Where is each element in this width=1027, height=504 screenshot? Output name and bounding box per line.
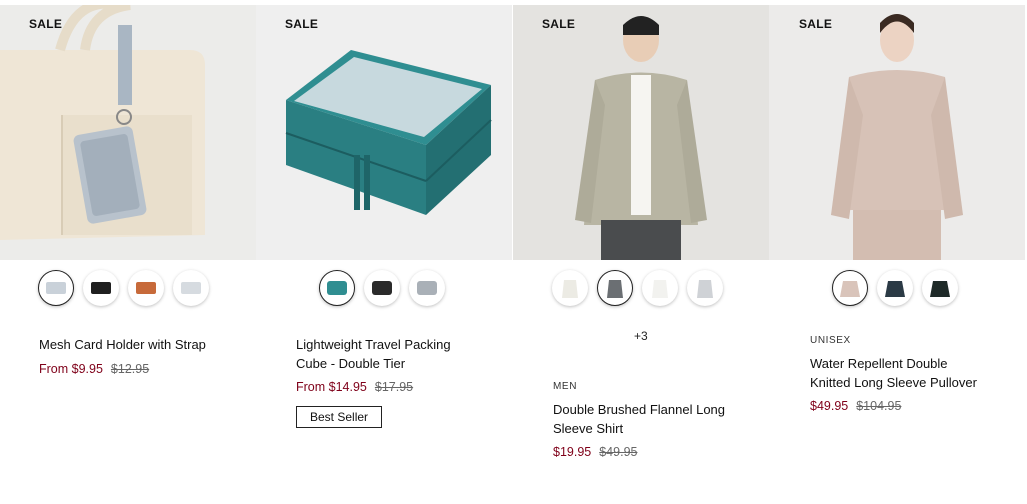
product-card-flannel-shirt[interactable]: SALE +3 MEN Double Brushed Flannel Long … xyxy=(513,0,769,504)
product-name[interactable]: Mesh Card Holder with Strap xyxy=(39,335,206,354)
product-image[interactable] xyxy=(0,5,256,260)
original-price: $104.95 xyxy=(856,399,902,413)
product-name-line-1: Double Brushed Flannel Long xyxy=(553,402,726,417)
swatch-fill-1 xyxy=(91,282,111,294)
color-swatch[interactable] xyxy=(409,270,445,306)
color-swatch[interactable] xyxy=(832,270,868,306)
color-swatch[interactable] xyxy=(552,270,588,306)
pullover-image xyxy=(769,5,1025,260)
swatch-fill-1 xyxy=(372,281,392,295)
color-swatches xyxy=(38,270,209,306)
product-price: From $9.95 $12.95 xyxy=(39,362,149,376)
product-name-line-2: Sleeve Shirt xyxy=(553,421,624,436)
original-price: $49.95 xyxy=(599,445,638,459)
product-price: $19.95 $49.95 xyxy=(553,445,637,459)
color-swatch[interactable] xyxy=(128,270,164,306)
swatch-fill-0 xyxy=(562,280,578,298)
color-swatch[interactable] xyxy=(364,270,400,306)
sale-price: From $14.95 xyxy=(296,380,367,394)
more-colors-count[interactable]: +3 xyxy=(634,329,648,343)
swatch-fill-2 xyxy=(652,280,668,298)
product-name-line-1: Lightweight Travel Packing xyxy=(296,337,451,352)
product-card-mesh-card-holder[interactable]: SALE Mesh Card Holder with Strap From $9… xyxy=(0,0,256,504)
swatch-fill-1 xyxy=(607,280,623,298)
product-name-line-1: Water Repellent Double xyxy=(810,356,948,371)
color-swatches xyxy=(832,270,958,306)
swatch-fill-3 xyxy=(181,282,201,294)
original-price: $12.95 xyxy=(110,362,150,376)
product-card-pullover[interactable]: SALE UNISEX Water Repellent Double Knitt… xyxy=(769,0,1025,504)
product-name-line-2: Cube - Double Tier xyxy=(296,356,406,371)
mesh-card-holder-image xyxy=(0,5,256,260)
original-price: $17.95 xyxy=(374,380,414,394)
sale-label: SALE xyxy=(542,17,576,31)
color-swatch[interactable] xyxy=(83,270,119,306)
swatch-fill-2 xyxy=(930,281,950,297)
swatch-fill-1 xyxy=(885,281,905,297)
color-swatch[interactable] xyxy=(642,270,678,306)
swatch-fill-2 xyxy=(136,282,156,294)
color-swatch[interactable] xyxy=(687,270,723,306)
sale-label: SALE xyxy=(29,17,63,31)
swatch-fill-0 xyxy=(327,281,347,295)
sale-price: From $9.95 xyxy=(39,362,103,376)
product-category: UNISEX xyxy=(810,335,851,346)
swatch-fill-3 xyxy=(697,280,713,298)
color-swatch[interactable] xyxy=(173,270,209,306)
product-price: $49.95 $104.95 xyxy=(810,399,901,413)
swatch-fill-0 xyxy=(840,281,860,297)
packing-cube-image xyxy=(256,5,512,260)
color-swatch[interactable] xyxy=(922,270,958,306)
product-name[interactable]: Lightweight Travel Packing Cube - Double… xyxy=(296,335,451,373)
color-swatch[interactable] xyxy=(38,270,74,306)
product-grid: SALE Mesh Card Holder with Strap From $9… xyxy=(0,0,1027,504)
sale-label: SALE xyxy=(285,17,319,31)
product-name[interactable]: Double Brushed Flannel Long Sleeve Shirt xyxy=(553,400,725,438)
flannel-shirt-image xyxy=(513,5,769,260)
product-card-packing-cube[interactable]: SALE Lightweight Travel Packing Cube - D… xyxy=(256,0,512,504)
product-name-line-2: Knitted Long Sleeve Pullover xyxy=(810,375,977,390)
product-price: From $14.95 $17.95 xyxy=(296,380,413,394)
color-swatch[interactable] xyxy=(597,270,633,306)
sale-price: $19.95 xyxy=(553,445,592,459)
product-name[interactable]: Water Repellent Double Knitted Long Slee… xyxy=(810,354,977,392)
color-swatches xyxy=(319,270,445,306)
color-swatch[interactable] xyxy=(877,270,913,306)
product-category: MEN xyxy=(553,381,578,392)
swatch-fill-0 xyxy=(46,282,66,294)
best-seller-badge: Best Seller xyxy=(296,406,383,428)
sale-price: $49.95 xyxy=(810,399,849,413)
color-swatch[interactable] xyxy=(319,270,355,306)
product-image[interactable] xyxy=(513,5,769,260)
color-swatches xyxy=(552,270,723,306)
product-image[interactable] xyxy=(769,5,1025,260)
swatch-fill-2 xyxy=(417,281,437,295)
product-image[interactable] xyxy=(256,5,512,260)
sale-label: SALE xyxy=(799,17,833,31)
